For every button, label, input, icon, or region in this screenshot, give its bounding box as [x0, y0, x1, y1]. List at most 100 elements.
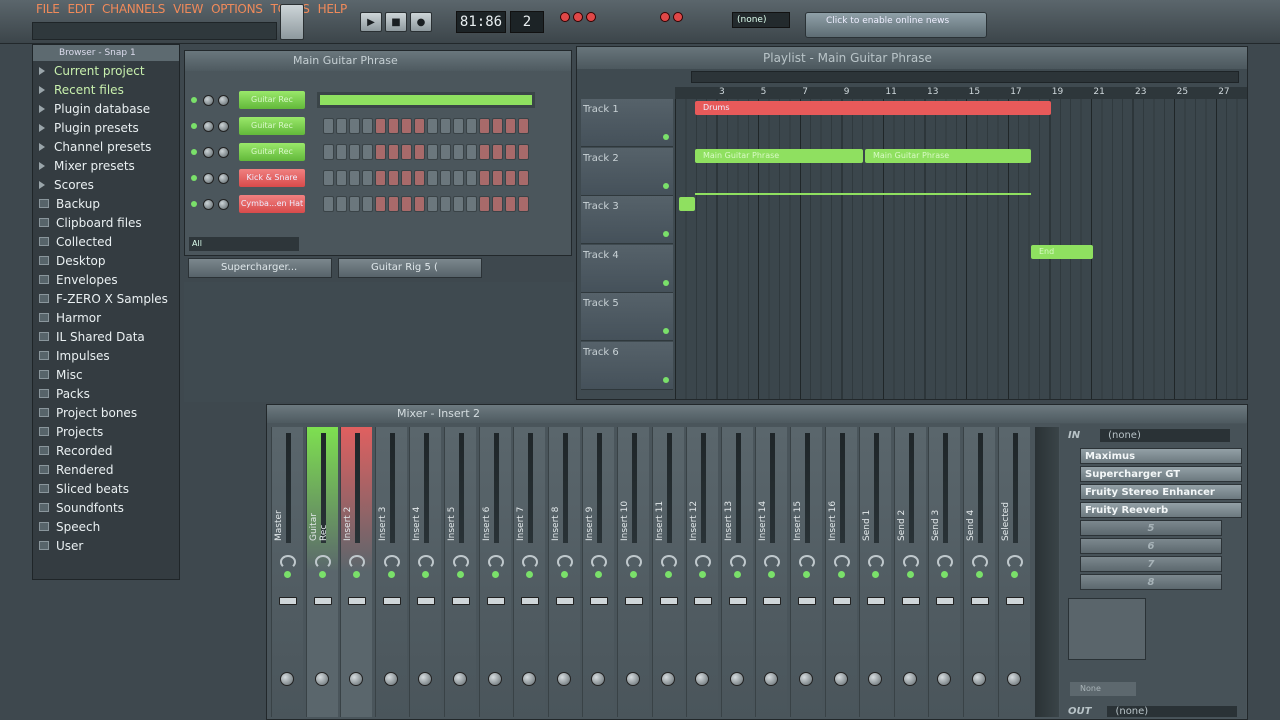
- route-knob[interactable]: [280, 672, 294, 686]
- volume-fader[interactable]: [486, 597, 505, 605]
- menu-edit[interactable]: EDIT: [64, 0, 99, 18]
- strip-enable-led-icon[interactable]: [526, 571, 534, 578]
- strip-enable-led-icon[interactable]: [491, 571, 499, 578]
- strip-enable-led-icon[interactable]: [768, 571, 776, 578]
- browser-item-plugin-presets[interactable]: Plugin presets: [33, 118, 179, 137]
- browser-item-backup[interactable]: Backup: [33, 194, 179, 213]
- route-knob[interactable]: [626, 672, 640, 686]
- browser-item-clipboard-files[interactable]: Clipboard files: [33, 213, 179, 232]
- step-button[interactable]: [401, 118, 412, 134]
- rec-led-icon[interactable]: [560, 12, 570, 22]
- step-button[interactable]: [375, 196, 386, 212]
- mixer-strip-insert-16[interactable]: Insert 16: [824, 427, 857, 717]
- menu-help[interactable]: HELP: [314, 0, 351, 18]
- volume-fader[interactable]: [832, 597, 851, 605]
- volume-fader[interactable]: [936, 597, 955, 605]
- strip-enable-led-icon[interactable]: [595, 571, 603, 578]
- browser-item-rendered[interactable]: Rendered: [33, 460, 179, 479]
- fx-slot-6[interactable]: 6: [1080, 538, 1222, 554]
- step-button[interactable]: [349, 144, 360, 160]
- channel-filter[interactable]: All: [189, 237, 299, 251]
- pan-knob[interactable]: [937, 555, 954, 569]
- browser-title[interactable]: Browser - Snap 1: [33, 45, 179, 61]
- fx-slot-4[interactable]: Fruity Reeverb: [1080, 502, 1242, 518]
- pan-knob[interactable]: [383, 555, 400, 569]
- track-mute-led-icon[interactable]: [663, 279, 669, 286]
- step-button[interactable]: [414, 144, 425, 160]
- browser-item-harmor[interactable]: Harmor: [33, 308, 179, 327]
- volume-fader[interactable]: [625, 597, 643, 605]
- mixer-strip-insert-6[interactable]: Insert 6: [478, 427, 511, 717]
- step-button[interactable]: [479, 144, 490, 160]
- step-button[interactable]: [453, 144, 464, 160]
- step-button[interactable]: [453, 118, 464, 134]
- step-button[interactable]: [440, 170, 451, 186]
- pan-knob[interactable]: [314, 555, 331, 569]
- fx-slot-8[interactable]: 8: [1080, 574, 1222, 590]
- step-button[interactable]: [492, 170, 503, 186]
- step-button[interactable]: [479, 170, 490, 186]
- browser-item-impulses[interactable]: Impulses: [33, 346, 179, 365]
- browser-item-speech[interactable]: Speech: [33, 517, 179, 536]
- route-knob[interactable]: [522, 672, 537, 686]
- pan-knob[interactable]: [280, 555, 296, 569]
- clip-end[interactable]: End: [1031, 245, 1093, 259]
- mixer-strip-send-3[interactable]: Send 3: [928, 427, 961, 717]
- step-button[interactable]: [505, 144, 516, 160]
- volume-fader[interactable]: [555, 597, 574, 605]
- volume-fader[interactable]: [901, 597, 920, 605]
- mute-led-icon[interactable]: [191, 175, 197, 181]
- mixer-strip-send-2[interactable]: Send 2: [893, 427, 926, 717]
- track-header[interactable]: Track 5: [581, 293, 673, 341]
- route-knob[interactable]: [383, 672, 398, 686]
- track-mute-led-icon[interactable]: [663, 376, 669, 383]
- step-button[interactable]: [518, 144, 529, 160]
- step-button[interactable]: [375, 170, 386, 186]
- browser-item-plugin-database[interactable]: Plugin database: [33, 99, 179, 118]
- volume-fader[interactable]: [1005, 597, 1024, 605]
- step-button[interactable]: [518, 170, 529, 186]
- track-header[interactable]: Track 6: [581, 341, 673, 390]
- mixer-strip-insert-14[interactable]: Insert 14: [755, 427, 788, 717]
- step-button[interactable]: [427, 144, 438, 160]
- track-header[interactable]: Track 4: [581, 244, 673, 293]
- track-header[interactable]: Track 3: [581, 196, 673, 244]
- step-button[interactable]: [492, 118, 503, 134]
- output-selector[interactable]: (none): [1107, 706, 1238, 717]
- input-selector[interactable]: (none): [1100, 428, 1231, 442]
- step-button[interactable]: [453, 170, 464, 186]
- strip-enable-led-icon[interactable]: [422, 571, 430, 578]
- step-button[interactable]: [362, 196, 373, 212]
- mixer-strip-send-4[interactable]: Send 4: [963, 427, 995, 717]
- mixer-strip-insert-13[interactable]: Insert 13: [720, 427, 753, 717]
- strip-enable-led-icon[interactable]: [906, 571, 914, 578]
- loop-led-icon[interactable]: [586, 12, 596, 22]
- pan-knob[interactable]: [591, 555, 608, 569]
- browser-item-recent-files[interactable]: Recent files: [33, 80, 179, 99]
- step-button[interactable]: [362, 170, 373, 186]
- metronome-led-icon[interactable]: [573, 12, 583, 22]
- pan-knob[interactable]: [868, 555, 885, 569]
- step-button[interactable]: [440, 196, 451, 212]
- volume-fader[interactable]: [382, 597, 401, 605]
- route-knob[interactable]: [487, 672, 502, 686]
- browser-item-misc[interactable]: Misc: [33, 365, 179, 384]
- step-button[interactable]: [440, 144, 451, 160]
- route-knob[interactable]: [764, 672, 779, 686]
- stop-button[interactable]: ■: [385, 12, 407, 32]
- step-button[interactable]: [440, 118, 451, 134]
- mute-led-icon[interactable]: [191, 201, 197, 207]
- step-button[interactable]: [388, 144, 399, 160]
- volume-fader[interactable]: [867, 597, 886, 605]
- browser-item-packs[interactable]: Packs: [33, 384, 179, 403]
- volume-fader[interactable]: [313, 597, 332, 605]
- mixer-strip-insert-10[interactable]: Insert 10: [617, 427, 649, 717]
- browser-item-projects[interactable]: Projects: [33, 422, 179, 441]
- volume-fader[interactable]: [694, 597, 713, 605]
- pan-knob[interactable]: [972, 555, 988, 569]
- mixer-strip-insert-8[interactable]: Insert 8: [547, 427, 580, 717]
- pan-knob[interactable]: [556, 555, 573, 569]
- pan-knob[interactable]: [203, 146, 214, 158]
- strip-enable-led-icon[interactable]: [976, 571, 983, 578]
- channel-button[interactable]: Guitar Rec: [239, 117, 305, 135]
